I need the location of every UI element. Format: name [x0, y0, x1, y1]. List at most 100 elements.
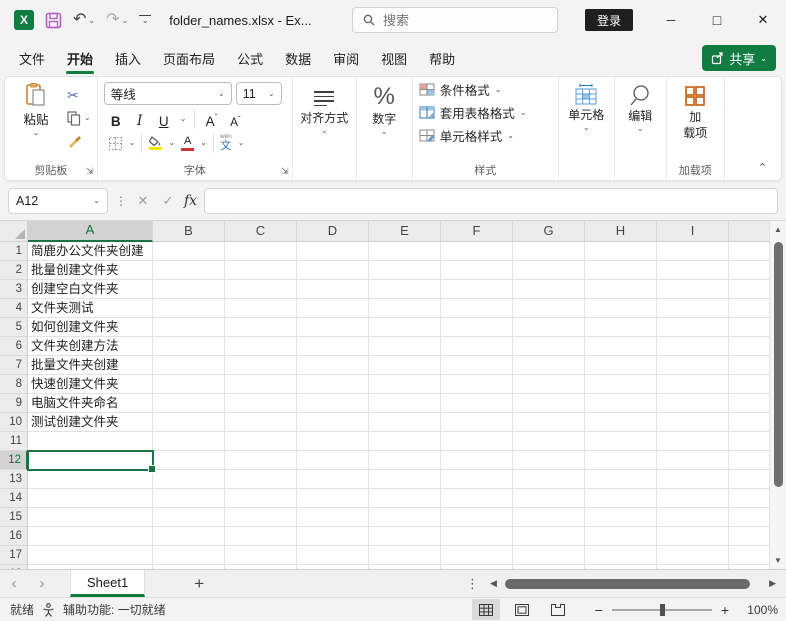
- underline-dropdown-icon[interactable]: ⌄: [180, 115, 187, 123]
- enter-icon[interactable]: ✓: [159, 193, 177, 209]
- conditional-formatting-button[interactable]: 条件格式 ⌄: [419, 80, 552, 99]
- cell[interactable]: [441, 432, 513, 451]
- font-color-button[interactable]: A: [181, 136, 194, 151]
- cell[interactable]: [369, 489, 441, 508]
- cell[interactable]: [225, 356, 297, 375]
- cell[interactable]: [657, 527, 729, 546]
- cell[interactable]: [585, 451, 657, 470]
- cell[interactable]: [225, 318, 297, 337]
- italic-button[interactable]: I: [132, 109, 148, 129]
- cell[interactable]: [369, 508, 441, 527]
- cell[interactable]: [153, 432, 225, 451]
- formula-bar-drag-handle[interactable]: ⋮: [115, 194, 127, 208]
- cell[interactable]: [225, 242, 297, 261]
- cell[interactable]: [657, 508, 729, 527]
- cell[interactable]: [153, 280, 225, 299]
- cell[interactable]: 文件夹创建方法: [28, 337, 153, 356]
- cell[interactable]: [297, 394, 369, 413]
- horizontal-scrollbar[interactable]: ◀ ▶: [490, 578, 776, 590]
- cell[interactable]: [513, 432, 585, 451]
- cancel-icon[interactable]: ✕: [134, 193, 152, 209]
- increase-font-button[interactable]: Aˆ: [203, 109, 219, 129]
- cell[interactable]: [657, 280, 729, 299]
- row-header[interactable]: 3: [0, 280, 28, 299]
- cell[interactable]: [153, 546, 225, 565]
- row-header[interactable]: 12: [0, 451, 28, 470]
- cell[interactable]: [153, 508, 225, 527]
- row-header[interactable]: 8: [0, 375, 28, 394]
- cell[interactable]: [513, 527, 585, 546]
- cell[interactable]: [657, 356, 729, 375]
- cell[interactable]: [585, 546, 657, 565]
- name-box-dropdown-icon[interactable]: ⌄: [93, 197, 100, 205]
- cell[interactable]: [297, 470, 369, 489]
- horizontal-scrollbar-thumb[interactable]: [505, 579, 750, 589]
- cell[interactable]: [153, 356, 225, 375]
- cell[interactable]: [657, 337, 729, 356]
- cell[interactable]: [513, 280, 585, 299]
- decrease-font-button[interactable]: Aˇ: [227, 109, 243, 129]
- zoom-slider[interactable]: [612, 609, 712, 611]
- ribbon-tab[interactable]: 插入: [104, 40, 152, 77]
- cell[interactable]: [28, 451, 153, 470]
- cell[interactable]: 批量创建文件夹: [28, 261, 153, 280]
- next-sheet-button[interactable]: ›: [28, 575, 56, 592]
- row-header[interactable]: 5: [0, 318, 28, 337]
- fill-color-button[interactable]: [148, 136, 162, 150]
- cell[interactable]: [513, 470, 585, 489]
- phonetic-guide-button[interactable]: wén 文: [220, 134, 232, 152]
- close-button[interactable]: ✕: [740, 0, 786, 40]
- cell[interactable]: [369, 470, 441, 489]
- cell[interactable]: [225, 527, 297, 546]
- cell[interactable]: [657, 318, 729, 337]
- add-sheet-button[interactable]: +: [187, 574, 211, 594]
- cell[interactable]: 测试创建文件夹: [28, 413, 153, 432]
- cell[interactable]: [513, 394, 585, 413]
- cell[interactable]: [153, 489, 225, 508]
- cell[interactable]: [153, 470, 225, 489]
- page-break-view-button[interactable]: [544, 599, 572, 620]
- search-box[interactable]: [352, 7, 558, 33]
- cell[interactable]: [585, 375, 657, 394]
- row-header[interactable]: 10: [0, 413, 28, 432]
- cell[interactable]: [225, 489, 297, 508]
- row-header[interactable]: 7: [0, 356, 28, 375]
- cell[interactable]: [657, 432, 729, 451]
- save-button[interactable]: [45, 12, 62, 29]
- cell[interactable]: [585, 470, 657, 489]
- sheet-tab[interactable]: Sheet1: [70, 570, 145, 597]
- scroll-right-icon[interactable]: ▶: [769, 578, 776, 589]
- cell[interactable]: [441, 280, 513, 299]
- font-dialog-launcher-icon[interactable]: ⇲: [281, 166, 289, 177]
- row-header[interactable]: 9: [0, 394, 28, 413]
- cell[interactable]: [585, 280, 657, 299]
- cell[interactable]: [153, 527, 225, 546]
- cell[interactable]: [513, 356, 585, 375]
- cell[interactable]: [225, 261, 297, 280]
- cell[interactable]: [657, 299, 729, 318]
- cell[interactable]: [585, 432, 657, 451]
- cell[interactable]: [513, 451, 585, 470]
- cell[interactable]: [441, 470, 513, 489]
- column-header[interactable]: H: [585, 221, 657, 242]
- cell[interactable]: [297, 280, 369, 299]
- sheetbar-options-icon[interactable]: ⋮: [466, 576, 479, 592]
- cell[interactable]: [369, 242, 441, 261]
- fill-color-dropdown-icon[interactable]: ⌄: [168, 139, 175, 147]
- collapse-ribbon-button[interactable]: ⌃: [758, 161, 767, 174]
- cell[interactable]: [585, 413, 657, 432]
- scroll-left-icon[interactable]: ◀: [490, 578, 497, 589]
- cell[interactable]: [585, 489, 657, 508]
- cell[interactable]: [225, 394, 297, 413]
- cell[interactable]: [225, 451, 297, 470]
- font-size-select[interactable]: 11⌄: [236, 82, 282, 105]
- cell[interactable]: [441, 546, 513, 565]
- cell[interactable]: [369, 413, 441, 432]
- cell[interactable]: [513, 413, 585, 432]
- sign-in-button[interactable]: 登录: [585, 9, 633, 31]
- select-all-corner[interactable]: [0, 221, 28, 242]
- alignment-button[interactable]: 对齐方式 ⌄: [299, 82, 350, 137]
- cell[interactable]: [657, 242, 729, 261]
- zoom-slider-thumb[interactable]: [660, 604, 665, 616]
- zoom-in-button[interactable]: +: [721, 603, 729, 617]
